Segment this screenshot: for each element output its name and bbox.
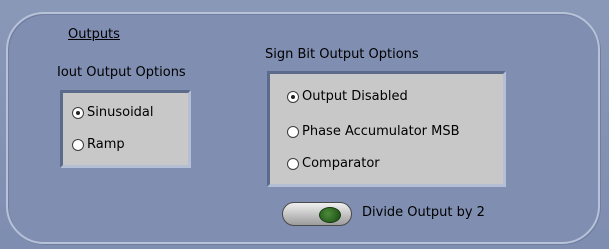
sign-option-label: Comparator: [302, 156, 380, 171]
sign-option-phase-accumulator-msb[interactable]: Phase Accumulator MSB: [287, 124, 460, 139]
toggle-led-icon: [319, 207, 341, 223]
sign-option-label: Output Disabled: [302, 89, 408, 104]
outputs-title: Outputs: [68, 27, 120, 42]
sign-option-output-disabled[interactable]: Output Disabled: [287, 89, 408, 104]
iout-option-ramp[interactable]: Ramp: [72, 137, 125, 152]
radio-selected-icon[interactable]: [72, 106, 84, 119]
radio-unselected-icon[interactable]: [72, 138, 84, 151]
divide-output-label: Divide Output by 2: [362, 205, 485, 220]
iout-output-options-box: Sinusoidal Ramp: [60, 90, 191, 168]
radio-unselected-icon[interactable]: [287, 125, 299, 138]
sign-option-comparator[interactable]: Comparator: [287, 156, 380, 171]
sign-option-label: Phase Accumulator MSB: [302, 124, 460, 139]
iout-option-label: Ramp: [87, 137, 125, 152]
divide-output-toggle[interactable]: [282, 202, 352, 226]
sign-bit-output-options-box: Output Disabled Phase Accumulator MSB Co…: [267, 71, 506, 187]
radio-unselected-icon[interactable]: [287, 157, 299, 170]
radio-selected-icon[interactable]: [287, 90, 299, 103]
iout-option-sinusoidal[interactable]: Sinusoidal: [72, 105, 154, 120]
outputs-frame: Outputs Iout Output Options Sinusoidal R…: [0, 0, 609, 249]
sign-bit-output-options-label: Sign Bit Output Options: [265, 47, 419, 62]
iout-option-label: Sinusoidal: [87, 105, 154, 120]
iout-output-options-label: Iout Output Options: [57, 65, 186, 80]
